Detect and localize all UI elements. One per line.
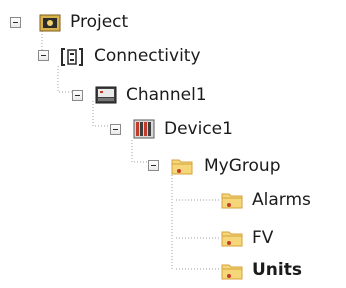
tree-node-label: Connectivity (94, 46, 201, 66)
tree-node-label: Alarms (252, 190, 311, 210)
tag-group-folder-icon (220, 226, 244, 250)
collapse-toggle[interactable] (72, 90, 83, 101)
collapse-toggle[interactable] (10, 17, 21, 28)
channel-icon (94, 83, 118, 107)
collapse-toggle[interactable] (148, 160, 159, 171)
connectivity-icon (60, 45, 84, 69)
tree-node-label-selected: Units (252, 260, 302, 280)
tag-group-folder-icon (170, 154, 194, 178)
tree-node-label: Channel1 (126, 85, 207, 105)
collapse-toggle[interactable] (38, 50, 49, 61)
device-icon (132, 117, 156, 141)
tree-node-label: Device1 (164, 119, 233, 139)
project-icon (38, 11, 62, 35)
tree-guide-lines (41, 25, 220, 270)
tag-group-folder-icon (220, 259, 244, 283)
tree-node-label: FV (252, 228, 274, 248)
tree-node-label: MyGroup (204, 156, 281, 176)
collapse-toggle[interactable] (110, 124, 121, 135)
tag-group-folder-icon (220, 188, 244, 212)
tree-node-label: Project (70, 12, 129, 32)
project-tree: Project Connectivity Channel1 Device1 My… (0, 0, 346, 288)
